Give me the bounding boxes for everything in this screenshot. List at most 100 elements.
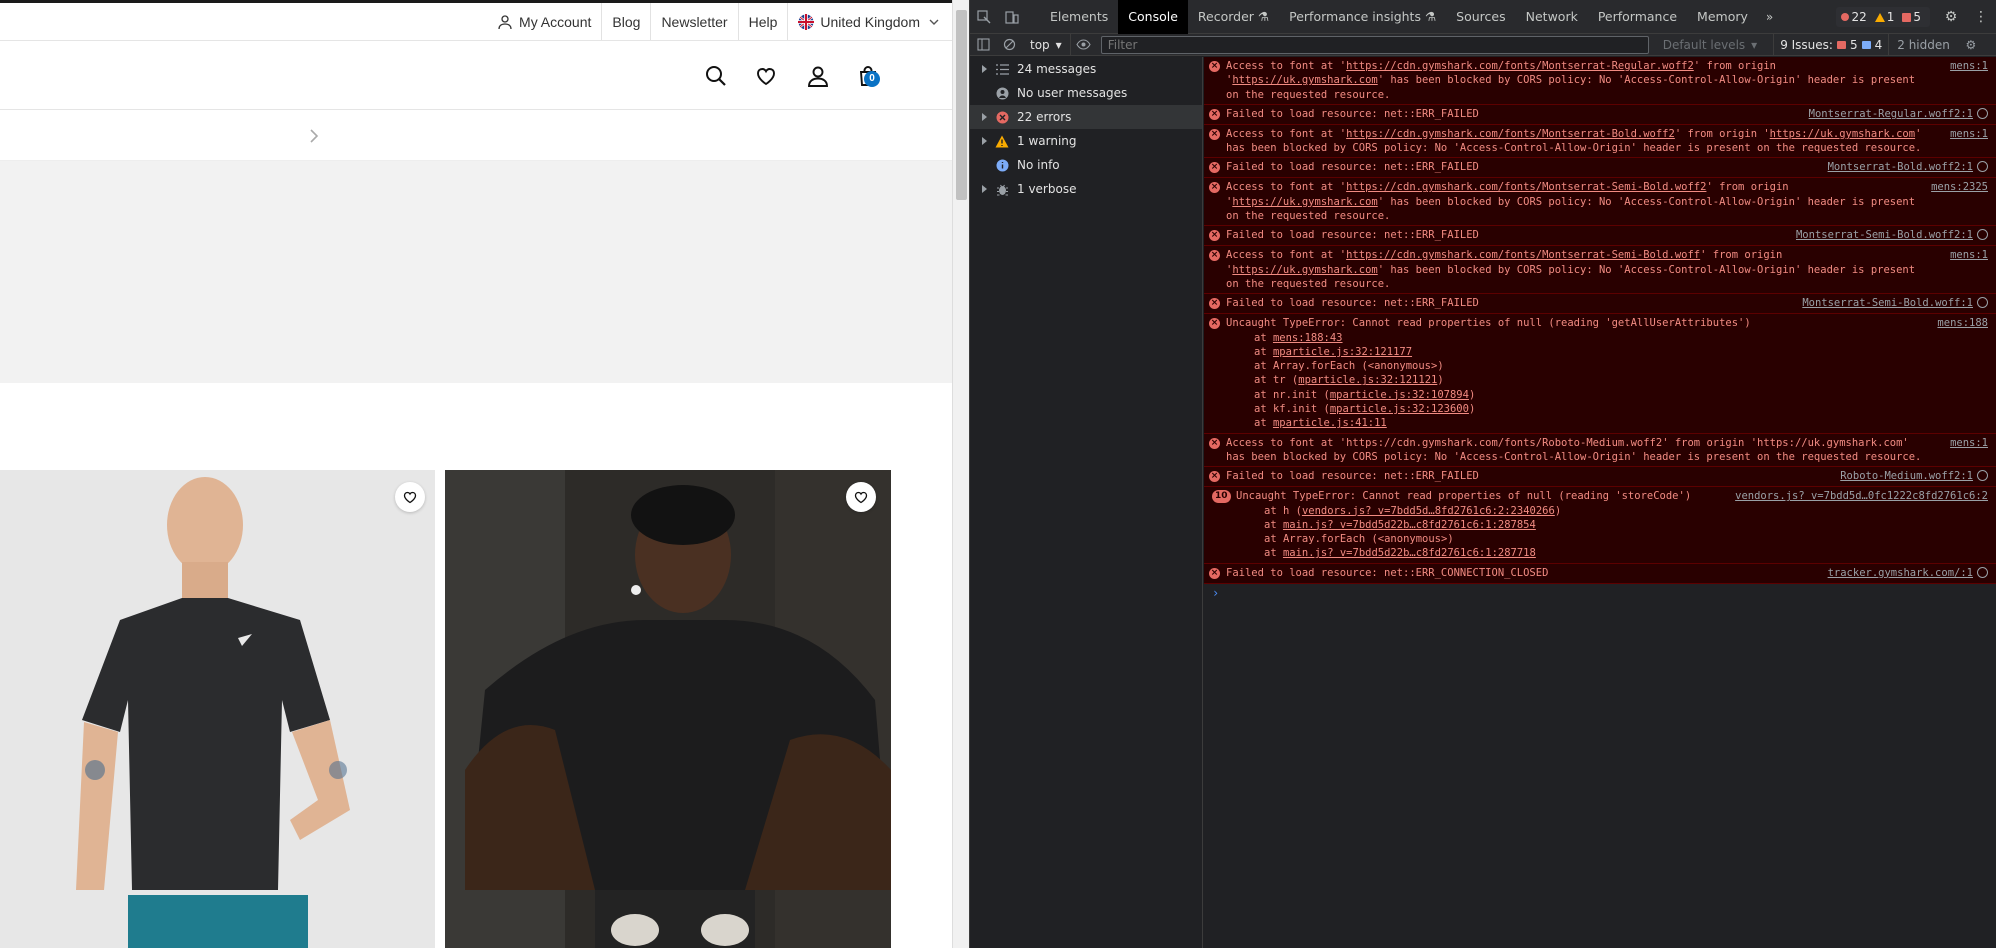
console-error-message[interactable]: × Failed to load resource: net::ERR_FAILE… (1204, 158, 1996, 179)
origin-link[interactable]: https://uk.gymshark.com (1232, 264, 1377, 276)
kebab-menu-icon[interactable]: ⋮ (1966, 9, 1996, 25)
tab-performance-insights[interactable]: Performance insights ⚗ (1279, 0, 1446, 34)
stack-frame-link[interactable]: mparticle.js:32:107894 (1330, 389, 1469, 401)
console-error-message[interactable]: × Failed to load resource: net::ERR_FAILE… (1204, 226, 1996, 247)
console-error-message[interactable]: × Failed to load resource: net::ERR_FAILE… (1204, 294, 1996, 315)
tab-elements[interactable]: Elements (1040, 0, 1118, 34)
console-error-message[interactable]: × Access to font at 'https://cdn.gymshark… (1204, 57, 1996, 105)
stack-frame-link[interactable]: main.js? v=7bdd5d22b…c8fd2761c6:1:287854 (1283, 519, 1536, 531)
network-request-icon[interactable] (1977, 470, 1988, 482)
settings-gear-icon[interactable]: ⚙ (1936, 9, 1966, 25)
console-error-message[interactable]: × Access to font at 'https://cdn.gymshark… (1204, 246, 1996, 295)
chevron-right-icon[interactable] (308, 127, 320, 145)
inspect-element-icon[interactable] (970, 0, 998, 34)
tab-console[interactable]: Console (1118, 0, 1188, 34)
network-request-icon[interactable] (1977, 161, 1988, 173)
console-error-message[interactable]: × Failed to load resource: net::ERR_FAILE… (1204, 104, 1996, 125)
origin-link[interactable]: https://uk.gymshark.com (1232, 74, 1377, 86)
network-request-icon[interactable] (1977, 107, 1988, 119)
console-filter-input[interactable] (1100, 35, 1649, 54)
console-error-message[interactable]: × Failed to load resource: net::ERR_FAILE… (1204, 467, 1996, 488)
device-toolbar-icon[interactable] (998, 0, 1026, 34)
warning-count: 1 (1886, 10, 1895, 24)
tab-network[interactable]: Network (1516, 0, 1588, 34)
tab-memory[interactable]: Memory (1687, 0, 1758, 34)
network-request-icon[interactable] (1977, 229, 1988, 241)
source-link[interactable]: Roboto-Medium.woff2:1 (1840, 469, 1988, 483)
newsletter-link[interactable]: Newsletter (650, 3, 737, 40)
message-counts[interactable]: 22 1 5 (1836, 7, 1930, 27)
source-link[interactable]: tracker.gymshark.com/:1 (1828, 566, 1988, 580)
toggle-sidebar-icon[interactable] (970, 34, 996, 56)
live-expression-eye-icon[interactable] (1071, 34, 1097, 56)
sidebar-item-errors[interactable]: 22 errors (970, 105, 1202, 129)
stack-frame-link[interactable]: mparticle.js:32:123600 (1330, 403, 1469, 415)
origin-link[interactable]: https://uk.gymshark.com (1232, 196, 1377, 208)
bug-icon (995, 182, 1009, 196)
console-toolbar: top ▾ Default levels ▾ 9 Issues: 5 4 2 hid… (970, 33, 1996, 56)
wishlist-heart-icon[interactable] (753, 63, 779, 89)
source-link[interactable]: mens:1 (1950, 127, 1988, 141)
error-count-icon (1841, 13, 1850, 21)
blog-link[interactable]: Blog (601, 3, 650, 40)
network-request-icon[interactable] (1977, 297, 1988, 309)
sidebar-item-info[interactable]: No info (970, 153, 1202, 177)
issues-button[interactable]: 9 Issues: 5 4 (1773, 33, 1888, 56)
console-error-message[interactable]: 10 Uncaught TypeError: Cannot read proper… (1204, 487, 1996, 564)
tab-recorder[interactable]: Recorder ⚗ (1188, 0, 1279, 34)
console-error-message[interactable]: × Access to font at 'https://cdn.gymshark… (1204, 124, 1996, 159)
sidebar-item-verbose[interactable]: 1 verbose (970, 177, 1202, 201)
console-settings-gear-icon[interactable]: ⚙ (1958, 34, 1984, 56)
add-to-wishlist-button[interactable] (395, 482, 425, 512)
sidebar-item-messages[interactable]: 24 messages (970, 57, 1202, 81)
tab-sources[interactable]: Sources (1446, 0, 1515, 34)
log-levels-dropdown[interactable]: Default levels ▾ (1657, 38, 1763, 52)
stack-frame-link[interactable]: main.js? v=7bdd5d22b…c8fd2761c6:1:287718 (1283, 547, 1536, 559)
source-link-label: Montserrat-Semi-Bold.woff2:1 (1795, 229, 1973, 242)
product-card[interactable] (445, 470, 891, 948)
console-error-message[interactable]: × Access to font at 'https://cdn.gymshark… (1204, 178, 1996, 227)
stack-frame: at nr.init (mparticle.js:32:107894) (1254, 388, 1922, 402)
stack-frame-link[interactable]: mparticle.js:32:121121 (1298, 374, 1437, 386)
stack-frame-link[interactable]: mparticle.js:32:121177 (1273, 346, 1412, 358)
country-selector[interactable]: United Kingdom (787, 3, 952, 40)
page-scrollbar[interactable] (952, 0, 969, 948)
console-error-message[interactable]: × Access to font at 'https://cdn.gymshark… (1204, 433, 1996, 468)
source-link[interactable]: Montserrat-Regular.woff2:1 (1809, 107, 1988, 121)
font-url-link[interactable]: https://cdn.gymshark.com/fonts/Montserra… (1346, 249, 1700, 261)
font-url-link[interactable]: https://cdn.gymshark.com/fonts/Montserra… (1346, 181, 1706, 193)
clear-console-icon[interactable] (996, 34, 1022, 56)
add-to-wishlist-button[interactable] (846, 482, 876, 512)
scrollbar-thumb[interactable] (956, 10, 967, 200)
console-error-message[interactable]: × Failed to load resource: net::ERR_CONNE… (1204, 563, 1996, 584)
stack-frame-link[interactable]: mparticle.js:41:11 (1273, 417, 1387, 429)
font-url-link[interactable]: https://cdn.gymshark.com/fonts/Montserra… (1346, 60, 1694, 72)
help-link[interactable]: Help (737, 3, 788, 40)
context-selector[interactable]: top ▾ (1022, 33, 1071, 56)
console-error-message[interactable]: × Uncaught TypeError: Cannot read propert… (1204, 314, 1996, 434)
source-link[interactable]: Montserrat-Semi-Bold.woff2:1 (1796, 228, 1988, 242)
source-link[interactable]: mens:1 (1950, 248, 1988, 262)
account-icon[interactable] (805, 63, 831, 89)
tab-performance[interactable]: Performance (1588, 0, 1687, 34)
source-link[interactable]: mens:188 (1937, 316, 1988, 330)
my-account-link[interactable]: My Account (487, 3, 601, 40)
source-link[interactable]: Montserrat-Bold.woff2:1 (1828, 160, 1988, 174)
sidebar-item-warnings[interactable]: 1 warning (970, 129, 1202, 153)
stack-frame-link[interactable]: vendors.js? v=7bdd5d…8fd2761c6:2:2340266 (1302, 505, 1555, 517)
stack-frame-link[interactable]: mens:188:43 (1273, 332, 1343, 344)
search-icon[interactable] (703, 63, 729, 89)
stack-frame-suffix: ) (1468, 388, 1476, 401)
sidebar-item-user-messages[interactable]: No user messages (970, 81, 1202, 105)
product-card[interactable] (0, 470, 435, 948)
source-link[interactable]: Montserrat-Semi-Bold.woff:1 (1802, 296, 1988, 310)
source-link[interactable]: vendors.js? v=7bdd5d…0fc1222c8fd2761c6:2 (1735, 489, 1988, 503)
font-url-link[interactable]: https://cdn.gymshark.com/fonts/Montserra… (1346, 128, 1675, 140)
more-tabs-icon[interactable]: » (1758, 10, 1781, 24)
source-link[interactable]: mens:2325 (1931, 180, 1988, 194)
network-request-icon[interactable] (1977, 566, 1988, 578)
source-link[interactable]: mens:1 (1950, 436, 1988, 450)
source-link[interactable]: mens:1 (1950, 59, 1988, 73)
origin-link[interactable]: https://uk.gymshark.com (1770, 128, 1915, 140)
console-prompt[interactable]: › (1204, 584, 1996, 602)
